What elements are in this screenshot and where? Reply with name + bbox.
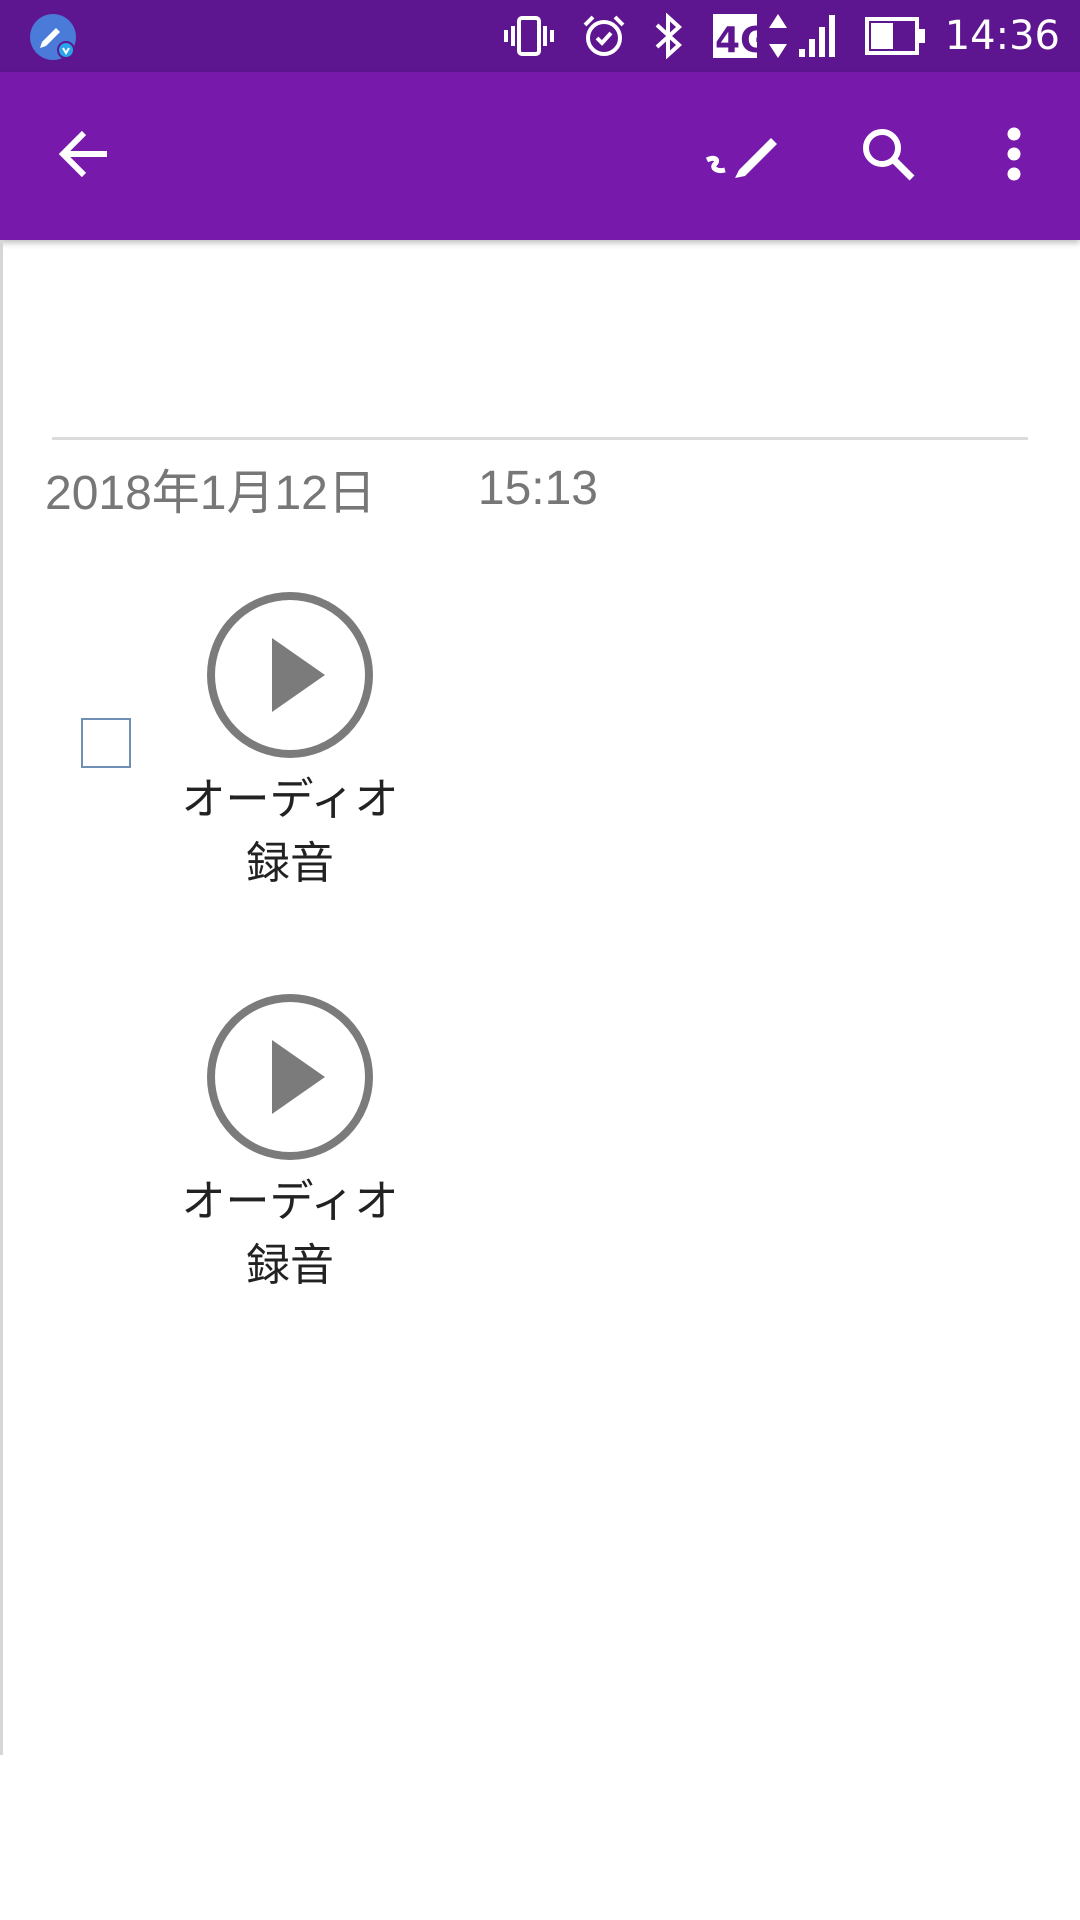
battery-icon <box>864 10 927 62</box>
4g-icon: 4G <box>711 10 759 62</box>
audio-label-line1: オーディオ <box>181 774 399 825</box>
signal-icon <box>797 10 839 62</box>
title-divider <box>52 437 1028 440</box>
audio-label-line1: オーディオ <box>181 1176 399 1227</box>
bluetooth-icon <box>653 10 685 62</box>
app-bar <box>0 72 1080 240</box>
note-timestamp: 2018年1月12日 15:13 <box>45 458 598 521</box>
search-button[interactable] <box>848 116 928 196</box>
draw-pen-icon <box>705 126 781 186</box>
back-button[interactable] <box>44 116 124 196</box>
page-left-edge <box>0 240 3 1755</box>
audio-label: オーディオ 録音 <box>182 1170 399 1298</box>
cleaner-app-icon <box>30 14 76 60</box>
network-label: 4G <box>715 20 759 60</box>
audio-label: オーディオ 録音 <box>182 768 399 896</box>
audio-recording-2[interactable]: オーディオ 録音 <box>160 992 420 1298</box>
more-options-button[interactable] <box>974 116 1054 196</box>
draw-button[interactable] <box>703 116 783 196</box>
back-arrow-icon <box>57 127 111 185</box>
audio-label-line2: 録音 <box>245 838 334 889</box>
data-arrows-icon <box>767 10 789 62</box>
note-checkbox[interactable] <box>81 718 131 768</box>
alarm-icon <box>581 10 627 62</box>
status-icons: 4G 14:36 <box>477 10 1060 62</box>
status-bar: 4G 14:36 <box>0 0 1080 72</box>
note-time: 15:13 <box>477 461 598 515</box>
play-icon[interactable] <box>205 992 375 1162</box>
audio-label-line2: 録音 <box>245 1240 334 1291</box>
audio-recording-1[interactable]: オーディオ 録音 <box>160 590 420 896</box>
screen: 4G 14:36 2018年1月12日 15:13 オーディオ 録音 オーディオ… <box>0 0 1080 1920</box>
play-icon[interactable] <box>205 590 375 760</box>
note-date: 2018年1月12日 <box>45 467 376 520</box>
status-time: 14:36 <box>944 13 1060 59</box>
search-icon <box>858 124 918 188</box>
vibrate-icon <box>503 10 555 62</box>
more-vert-icon <box>1004 126 1024 186</box>
